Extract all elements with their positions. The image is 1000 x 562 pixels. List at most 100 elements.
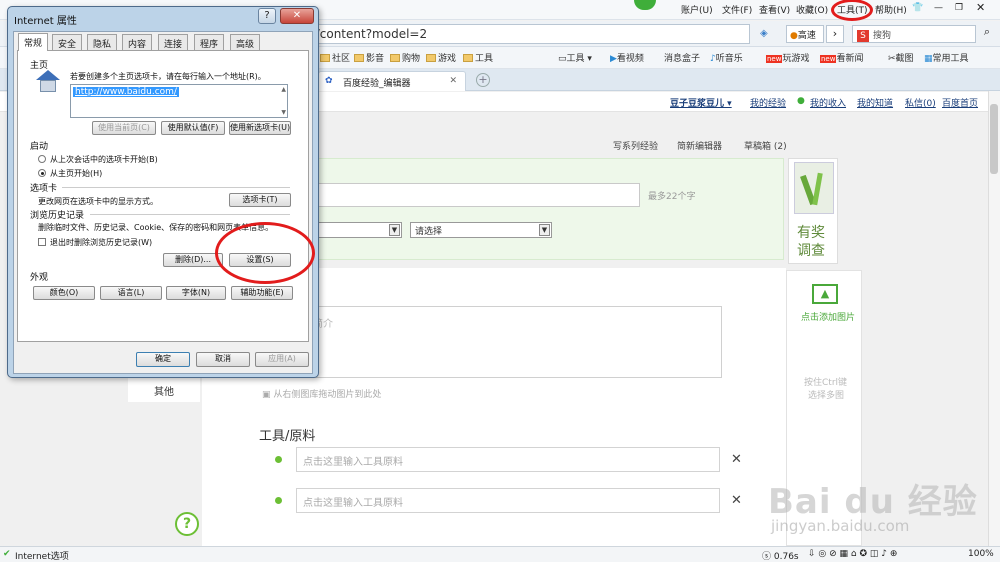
dialog-close-button[interactable]: ✕: [280, 8, 314, 24]
my-income-link[interactable]: 我的收入: [810, 96, 846, 109]
homepage-textarea[interactable]: http://www.baidu.com/ ▲ ▼: [70, 84, 288, 118]
new-tab-button[interactable]: +: [476, 73, 490, 87]
fav-media[interactable]: 影音: [354, 51, 384, 64]
restore-icon[interactable]: ❐: [955, 3, 963, 13]
homepage-description: 若要创建多个主页选项卡，请在每行输入一个地址(R)。: [70, 72, 266, 81]
shield-icon[interactable]: ◈: [760, 28, 768, 39]
menu-view[interactable]: 查看(V): [759, 3, 790, 16]
use-default-button[interactable]: 使用默认值(F): [161, 121, 225, 135]
series-link[interactable]: 写系列经验: [613, 139, 658, 152]
languages-button[interactable]: 语言(L): [100, 286, 162, 300]
menu-help[interactable]: 帮助(H): [875, 3, 907, 16]
video-icon: ▶: [610, 54, 617, 64]
title-hint: 最多22个字: [648, 192, 696, 202]
fav-tools-menu[interactable]: ▭工具 ▾: [558, 51, 592, 64]
bullet-dot: [275, 456, 282, 463]
use-current-button[interactable]: 使用当前页(C): [92, 121, 156, 135]
scroll-down-icon[interactable]: ▼: [281, 109, 286, 116]
url-text: t/content?model=2: [311, 27, 428, 41]
use-new-tab-button[interactable]: 使用新选项卡(U): [229, 121, 291, 135]
tab-privacy[interactable]: 隐私: [87, 34, 118, 50]
close-window-icon[interactable]: ✕: [976, 1, 985, 14]
tool-input-2[interactable]: 点击这里输入工具原料: [296, 488, 720, 513]
startup-homepage-radio[interactable]: [38, 169, 46, 177]
history-delete-button[interactable]: 删除(D)...: [163, 253, 223, 267]
messages-link[interactable]: 私信(0): [905, 96, 936, 109]
delete-on-exit-checkbox[interactable]: [38, 238, 46, 246]
my-experience-link[interactable]: 我的经验: [750, 96, 786, 109]
status-tool-icons[interactable]: ⇩ ◎ ⊘ ▦ ⌂ ✪ ◫ ♪ ⊕: [808, 549, 897, 559]
fav-play-games[interactable]: new玩游戏: [766, 51, 809, 64]
fav-tools[interactable]: 工具: [463, 51, 493, 64]
speed-mode-button[interactable]: ●高速: [786, 25, 824, 43]
ok-button[interactable]: 确定: [136, 352, 190, 367]
go-button[interactable]: ›: [826, 25, 844, 43]
check-icon: ✔: [3, 549, 11, 559]
survey-line1: 有奖: [797, 225, 825, 241]
fav-screenshot[interactable]: ✂截图: [888, 51, 914, 64]
accessibility-button[interactable]: 辅助功能(E): [231, 286, 293, 300]
dialog-help-button[interactable]: ?: [258, 8, 276, 24]
bullet-dot: [275, 497, 282, 504]
search-box[interactable]: S 搜狗: [852, 25, 976, 43]
fav-community[interactable]: 社区: [320, 51, 350, 64]
scrollbar-thumb[interactable]: [990, 104, 998, 174]
scroll-up-icon[interactable]: ▲: [281, 86, 286, 93]
fav-music[interactable]: ♪听音乐: [710, 51, 743, 64]
tab-general[interactable]: 常规: [18, 33, 49, 51]
new-badge: new: [820, 55, 837, 63]
my-zhidao-link[interactable]: 我的知道: [857, 96, 893, 109]
title-input[interactable]: [296, 183, 640, 207]
zoom-level[interactable]: 100%: [968, 549, 994, 559]
intro-textarea[interactable]: 简介: [296, 306, 722, 378]
folder-icon: [463, 54, 473, 62]
search-icon[interactable]: ⌕: [978, 25, 996, 43]
username-link[interactable]: 豆子豆浆豆儿 ▾: [670, 96, 732, 109]
cancel-button[interactable]: 取消: [196, 352, 250, 367]
tab-active[interactable]: ✿ 百度经验_编辑器 ✕: [318, 71, 466, 91]
drafts-link[interactable]: 草稿箱 (2): [744, 139, 787, 152]
tab-security[interactable]: 安全: [52, 34, 83, 50]
tab-advanced[interactable]: 高级: [230, 34, 261, 50]
tab-close-icon[interactable]: ✕: [449, 76, 457, 86]
add-image-icon[interactable]: ▲: [812, 284, 838, 304]
baidu-home-link[interactable]: 百度首页: [942, 96, 978, 109]
tab-content[interactable]: 内容: [122, 34, 153, 50]
colors-button[interactable]: 颜色(O): [33, 286, 95, 300]
toolbox-icon: ▭: [558, 54, 567, 64]
tab-connections[interactable]: 连接: [158, 34, 189, 50]
help-question-icon[interactable]: ?: [175, 512, 199, 536]
fav-games[interactable]: 游戏: [426, 51, 456, 64]
fav-shopping[interactable]: 购物: [390, 51, 420, 64]
new-badge: new: [766, 55, 783, 63]
remove-tool-1-icon[interactable]: ✕: [731, 452, 742, 467]
settings-button-highlight: [215, 222, 315, 284]
fonts-button[interactable]: 字体(N): [166, 286, 226, 300]
fav-common-tools[interactable]: ▦常用工具: [924, 51, 969, 64]
fav-video[interactable]: ▶看视频: [610, 51, 644, 64]
minimize-icon[interactable]: —: [934, 3, 943, 13]
search-placeholder: 搜狗: [873, 31, 892, 41]
category-select-2[interactable]: 请选择 ▼: [410, 222, 552, 238]
income-icon: ●: [797, 96, 805, 106]
remove-tool-2-icon[interactable]: ✕: [731, 493, 742, 508]
url-field[interactable]: t/content?model=2: [300, 24, 750, 44]
menu-file[interactable]: 文件(F): [722, 3, 752, 16]
skin-icon[interactable]: 👕: [912, 3, 923, 13]
apply-button[interactable]: 应用(A): [255, 352, 309, 367]
menu-account[interactable]: 账户(U): [681, 3, 713, 16]
tabs-settings-button[interactable]: 选项卡(T): [229, 193, 291, 207]
menu-favorites[interactable]: 收藏(O): [796, 3, 828, 16]
section-divider: [62, 187, 290, 188]
tool-input-1[interactable]: 点击这里输入工具原料: [296, 447, 720, 472]
paw-icon: ✿: [325, 76, 333, 86]
tab-programs[interactable]: 程序: [194, 34, 225, 50]
fav-message-box[interactable]: 消息盒子: [664, 51, 700, 64]
startup-last-session-radio[interactable]: [38, 155, 46, 163]
scissors-icon: ✂: [888, 54, 896, 64]
add-image-label[interactable]: 点击添加图片: [801, 310, 855, 323]
simple-editor-link[interactable]: 简新编辑器: [677, 139, 722, 152]
folder-icon: [426, 54, 436, 62]
image-icon: ▣: [262, 390, 271, 400]
fav-news[interactable]: new看新闻: [820, 51, 863, 64]
